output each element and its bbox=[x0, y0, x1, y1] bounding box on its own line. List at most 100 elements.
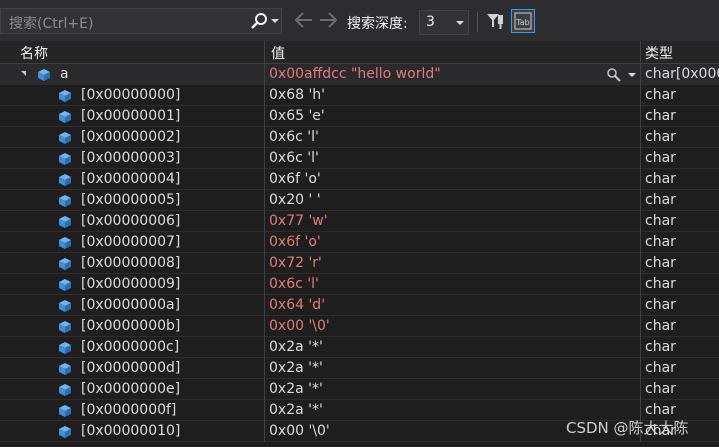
column-divider bbox=[264, 190, 265, 211]
row-type: char bbox=[645, 213, 676, 229]
column-divider bbox=[264, 232, 265, 253]
row-value[interactable]: 0x6c 'l' bbox=[269, 150, 629, 166]
search-forward-arrow-icon[interactable] bbox=[318, 10, 340, 30]
watch-row[interactable]: [0x00000003] 0x6c 'l' char bbox=[0, 148, 719, 169]
watch-row[interactable]: [0x0000000c] 0x2a '*' char bbox=[0, 337, 719, 358]
row-value[interactable]: 0x00 '\0' bbox=[269, 318, 629, 334]
watch-row[interactable]: [0x00000006] 0x77 'w' char bbox=[0, 211, 719, 232]
tab-toggle-button[interactable]: Tab bbox=[511, 9, 535, 33]
element-cube-icon bbox=[59, 258, 71, 270]
row-value[interactable]: 0x2a '*' bbox=[269, 381, 629, 397]
column-divider bbox=[640, 232, 641, 253]
column-divider bbox=[640, 295, 641, 316]
row-value[interactable]: 0x00affdcc "hello world" bbox=[269, 66, 599, 82]
watch-row[interactable]: [0x00000002] 0x6c 'l' char bbox=[0, 127, 719, 148]
element-cube-icon bbox=[59, 195, 71, 207]
watch-row[interactable]: [0x0000000a] 0x64 'd' char bbox=[0, 295, 719, 316]
row-type: char bbox=[645, 381, 676, 397]
column-divider bbox=[264, 211, 265, 232]
element-cube-icon bbox=[59, 363, 71, 375]
search-input[interactable]: 搜索(Ctrl+E) bbox=[0, 8, 282, 34]
search-dropdown-chevron-icon[interactable] bbox=[271, 19, 279, 23]
watch-row[interactable]: [0x0000000b] 0x00 '\0' char bbox=[0, 316, 719, 337]
row-name: [0x0000000e] bbox=[81, 381, 181, 397]
watch-row-root[interactable]: a 0x00affdcc "hello world" char[0x0000 bbox=[0, 64, 719, 85]
row-value[interactable]: 0x2a '*' bbox=[269, 402, 629, 418]
row-name: [0x0000000c] bbox=[81, 339, 180, 355]
watch-row[interactable]: [0x00000001] 0x65 'e' char bbox=[0, 106, 719, 127]
column-divider[interactable] bbox=[264, 41, 265, 64]
column-divider bbox=[264, 127, 265, 148]
row-name: [0x00000005] bbox=[81, 192, 181, 208]
row-name: a bbox=[60, 66, 69, 82]
row-value[interactable]: 0x6f 'o' bbox=[269, 234, 629, 250]
element-cube-icon bbox=[59, 342, 71, 354]
column-header-name[interactable]: 名称 bbox=[20, 43, 48, 63]
row-value[interactable]: 0x20 ' ' bbox=[269, 192, 629, 208]
row-name: [0x00000001] bbox=[81, 108, 181, 124]
column-divider bbox=[640, 190, 641, 211]
tab-icon: Tab bbox=[514, 12, 532, 30]
watch-row[interactable]: [0x00000009] 0x6c 'l' char bbox=[0, 274, 719, 295]
watch-row[interactable]: [0x00000000] 0x68 'h' char bbox=[0, 85, 719, 106]
column-header: 名称 值 类型 bbox=[0, 41, 719, 64]
element-cube-icon bbox=[59, 300, 71, 312]
row-type: char bbox=[645, 255, 676, 271]
row-value[interactable]: 0x2a '*' bbox=[269, 339, 629, 355]
row-value[interactable]: 0x6f 'o' bbox=[269, 171, 629, 187]
magnifier-visualizer-icon[interactable] bbox=[606, 67, 622, 83]
column-divider[interactable] bbox=[640, 41, 641, 64]
column-divider bbox=[264, 400, 265, 421]
expand-collapse-icon[interactable] bbox=[21, 71, 26, 76]
row-name: [0x0000000f] bbox=[81, 402, 177, 418]
watch-row[interactable]: [0x00000004] 0x6f 'o' char bbox=[0, 169, 719, 190]
row-type: char bbox=[645, 171, 676, 187]
row-type: char bbox=[645, 402, 676, 418]
search-depth-select[interactable]: 3 bbox=[419, 10, 469, 35]
element-cube-icon bbox=[59, 426, 71, 438]
row-type: char bbox=[645, 276, 676, 292]
element-cube-icon bbox=[59, 384, 71, 396]
row-value[interactable]: 0x64 'd' bbox=[269, 297, 629, 313]
column-divider bbox=[264, 106, 265, 127]
row-type: char bbox=[645, 150, 676, 166]
row-name: [0x00000004] bbox=[81, 171, 181, 187]
element-cube-icon bbox=[59, 216, 71, 228]
watch-row[interactable]: [0x00000007] 0x6f 'o' char bbox=[0, 232, 719, 253]
variable-cube-icon bbox=[38, 69, 50, 81]
column-divider bbox=[264, 421, 265, 442]
element-cube-icon bbox=[59, 90, 71, 102]
toolbar-separator bbox=[477, 12, 478, 32]
row-value[interactable]: 0x2a '*' bbox=[269, 360, 629, 376]
row-type: char bbox=[645, 318, 676, 334]
search-icon[interactable] bbox=[251, 12, 269, 30]
row-value[interactable]: 0x6c 'l' bbox=[269, 129, 629, 145]
column-divider bbox=[264, 169, 265, 190]
column-divider bbox=[264, 358, 265, 379]
column-divider bbox=[640, 253, 641, 274]
row-value[interactable]: 0x68 'h' bbox=[269, 87, 629, 103]
row-value[interactable]: 0x72 'r' bbox=[269, 255, 629, 271]
visualizer-dropdown-chevron-icon[interactable] bbox=[628, 73, 636, 77]
column-header-type[interactable]: 类型 bbox=[645, 43, 673, 63]
row-value[interactable]: 0x65 'e' bbox=[269, 108, 629, 124]
column-divider bbox=[640, 211, 641, 232]
column-divider bbox=[640, 274, 641, 295]
row-value[interactable]: 0x6c 'l' bbox=[269, 276, 629, 292]
row-type: char bbox=[645, 192, 676, 208]
column-divider bbox=[640, 64, 641, 85]
watch-row[interactable]: [0x00000005] 0x20 ' ' char bbox=[0, 190, 719, 211]
column-divider bbox=[640, 148, 641, 169]
column-divider bbox=[640, 106, 641, 127]
row-type: char bbox=[645, 108, 676, 124]
watch-row[interactable]: [0x00000008] 0x72 'r' char bbox=[0, 253, 719, 274]
column-header-value[interactable]: 值 bbox=[271, 43, 285, 63]
search-back-arrow-icon[interactable] bbox=[292, 10, 314, 30]
watch-row[interactable]: [0x0000000d] 0x2a '*' char bbox=[0, 358, 719, 379]
row-name: [0x0000000b] bbox=[81, 318, 181, 334]
element-cube-icon bbox=[59, 237, 71, 249]
svg-text:Tab: Tab bbox=[515, 18, 530, 27]
pin-filter-icon[interactable] bbox=[485, 11, 505, 31]
row-value[interactable]: 0x77 'w' bbox=[269, 213, 629, 229]
watch-row[interactable]: [0x0000000e] 0x2a '*' char bbox=[0, 379, 719, 400]
